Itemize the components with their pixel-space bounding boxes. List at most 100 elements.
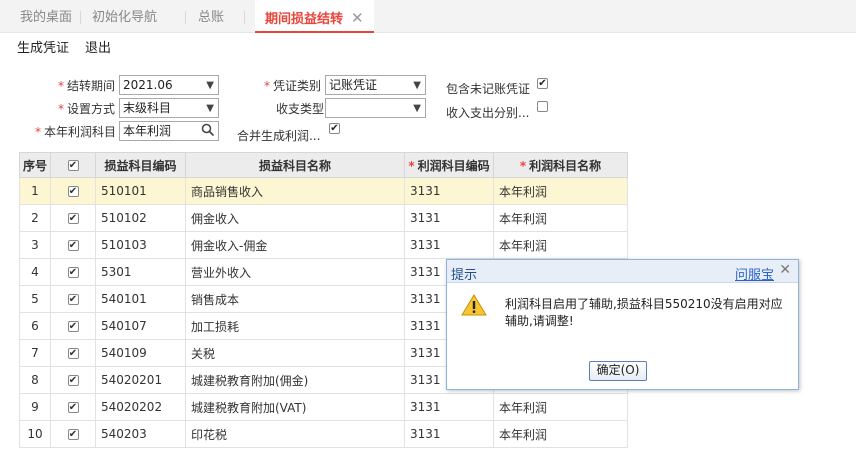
voucher-type-select[interactable]: 记账凭证 ▼	[325, 75, 426, 95]
help-link[interactable]: 问服宝	[735, 264, 774, 283]
ok-button[interactable]: 确定(O)	[589, 361, 647, 381]
row-seq: 4	[19, 258, 51, 286]
tab-separator	[244, 11, 245, 24]
header-seq: 序号	[19, 152, 51, 178]
row-checkbox[interactable]: ✔	[67, 375, 79, 386]
row-checkbox-cell[interactable]: ✔	[50, 285, 96, 313]
merge-checkbox[interactable]: ✔	[329, 123, 340, 134]
select-all-checkbox[interactable]: ✔	[67, 160, 79, 171]
row-seq: 10	[19, 420, 51, 448]
close-icon[interactable]: ✕	[779, 262, 791, 278]
row-pl-name: 关税	[185, 339, 405, 367]
toolbar: 生成凭证 退出	[0, 33, 856, 61]
row-checkbox[interactable]: ✔	[67, 240, 79, 251]
table-row[interactable]: 9 ✔ 54020202 城建税教育附加(VAT) 3131 本年利润	[19, 393, 628, 421]
method-label: * 设置方式	[58, 102, 116, 116]
row-pl-name: 城建税教育附加(佣金)	[185, 366, 405, 394]
row-pl-code: 540101	[95, 285, 186, 313]
chevron-down-icon: ▼	[413, 103, 421, 114]
row-pl-name: 佣金收入-佣金	[185, 231, 405, 259]
row-pl-code: 510103	[95, 231, 186, 259]
row-profit-code: 3131	[404, 204, 494, 232]
row-checkbox-cell[interactable]: ✔	[50, 393, 96, 421]
row-checkbox-cell[interactable]: ✔	[50, 312, 96, 340]
profit-subject-input[interactable]: 本年利润	[119, 121, 219, 141]
tab-separator	[80, 11, 81, 24]
row-seq: 9	[19, 393, 51, 421]
row-pl-code: 540107	[95, 312, 186, 340]
generate-voucher-button[interactable]: 生成凭证	[17, 37, 69, 56]
table-row[interactable]: 1 ✔ 510101 商品销售收入 3131 本年利润	[19, 177, 628, 205]
header-pl-code: 损益科目编码	[95, 152, 186, 178]
profit-subject-label: * 本年利润科目	[35, 125, 117, 139]
dialog-message: 利润科目启用了辅助,损益科目550210没有启用对应辅助,请调整!	[505, 297, 783, 328]
row-checkbox-cell[interactable]: ✔	[50, 258, 96, 286]
row-pl-code: 5301	[95, 258, 186, 286]
row-checkbox-cell[interactable]: ✔	[50, 177, 96, 205]
tab-my-desktop[interactable]: 我的桌面	[20, 0, 72, 33]
include-unposted-checkbox[interactable]: ✔	[537, 78, 548, 89]
row-profit-name: 本年利润	[493, 204, 628, 232]
row-seq: 7	[19, 339, 51, 367]
income-type-label: 收支类型	[276, 102, 325, 116]
tab-period-pl-transfer[interactable]: 期间损益结转 ✕	[255, 0, 374, 33]
row-profit-name: 本年利润	[493, 177, 628, 205]
period-label: * 结转期间	[58, 79, 116, 93]
row-checkbox-cell[interactable]: ✔	[50, 231, 96, 259]
table-row[interactable]: 3 ✔ 510103 佣金收入-佣金 3131 本年利润	[19, 231, 628, 259]
dialog-header: 提示 问服宝 ✕	[447, 260, 798, 283]
method-select[interactable]: 末级科目 ▼	[119, 98, 219, 118]
row-checkbox[interactable]: ✔	[67, 294, 79, 305]
row-checkbox-cell[interactable]: ✔	[50, 339, 96, 367]
row-seq: 1	[19, 177, 51, 205]
tab-init-nav[interactable]: 初始化导航	[92, 0, 157, 33]
row-pl-name: 营业外收入	[185, 258, 405, 286]
voucher-type-label: * 凭证类别	[264, 79, 322, 93]
row-checkbox[interactable]: ✔	[67, 402, 79, 413]
row-pl-name: 佣金收入	[185, 204, 405, 232]
header-select-all[interactable]: ✔	[50, 152, 96, 178]
row-pl-code: 510101	[95, 177, 186, 205]
tab-separator	[185, 11, 186, 24]
row-seq: 8	[19, 366, 51, 394]
period-select[interactable]: 2021.06 ▼	[119, 75, 219, 95]
row-checkbox[interactable]: ✔	[67, 321, 79, 332]
tab-general-ledger[interactable]: 总账	[198, 0, 224, 33]
close-icon[interactable]: ✕	[351, 9, 364, 27]
row-pl-name: 印花税	[185, 420, 405, 448]
table-row[interactable]: 2 ✔ 510102 佣金收入 3131 本年利润	[19, 204, 628, 232]
row-checkbox-cell[interactable]: ✔	[50, 420, 96, 448]
row-profit-name: 本年利润	[493, 393, 628, 421]
table-row[interactable]: 10 ✔ 540203 印花税 3131 本年利润	[19, 420, 628, 448]
row-pl-code: 540203	[95, 420, 186, 448]
row-profit-code: 3131	[404, 393, 494, 421]
row-checkbox[interactable]: ✔	[67, 267, 79, 278]
row-pl-name: 销售成本	[185, 285, 405, 313]
row-profit-code: 3131	[404, 177, 494, 205]
row-checkbox[interactable]: ✔	[67, 348, 79, 359]
income-type-select[interactable]: ▼	[325, 98, 426, 118]
tab-label: 期间损益结转	[265, 12, 344, 27]
merge-label: 合并生成利润...	[237, 129, 321, 143]
chevron-down-icon: ▼	[206, 103, 214, 114]
alert-dialog: 提示 问服宝 ✕ 利润科目启用了辅助,损益科目550210没有启用对应辅助,请调…	[446, 259, 799, 390]
row-checkbox[interactable]: ✔	[67, 186, 79, 197]
row-pl-name: 城建税教育附加(VAT)	[185, 393, 405, 421]
row-pl-name: 商品销售收入	[185, 177, 405, 205]
row-profit-name: 本年利润	[493, 420, 628, 448]
income-split-checkbox[interactable]	[537, 101, 548, 112]
chevron-down-icon: ▼	[206, 80, 214, 91]
header-pl-name: 损益科目名称	[185, 152, 405, 178]
row-profit-name: 本年利润	[493, 231, 628, 259]
row-checkbox[interactable]: ✔	[67, 429, 79, 440]
row-pl-code: 510102	[95, 204, 186, 232]
header-profit-code: * 利润科目编码	[404, 152, 494, 178]
row-checkbox-cell[interactable]: ✔	[50, 366, 96, 394]
exit-button[interactable]: 退出	[85, 37, 111, 56]
row-checkbox-cell[interactable]: ✔	[50, 204, 96, 232]
row-profit-code: 3131	[404, 231, 494, 259]
chevron-down-icon: ▼	[413, 80, 421, 91]
row-seq: 2	[19, 204, 51, 232]
search-icon[interactable]	[201, 123, 215, 137]
row-checkbox[interactable]: ✔	[67, 213, 79, 224]
